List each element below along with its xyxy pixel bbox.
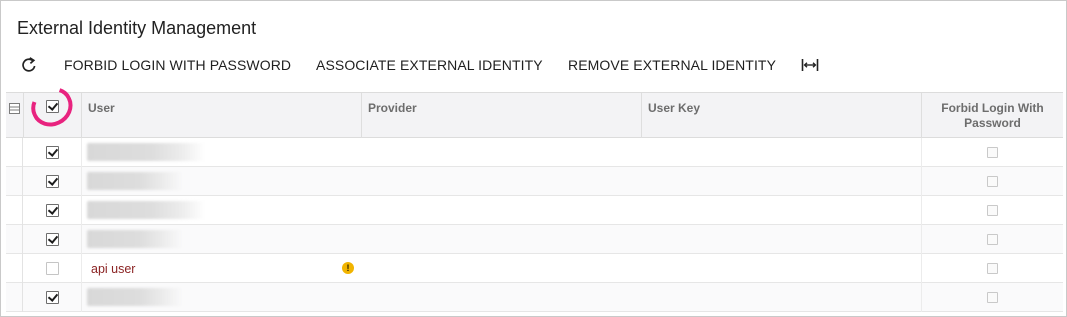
row-select-checkbox[interactable] (46, 175, 59, 188)
row-select-checkbox[interactable] (46, 233, 59, 246)
fit-columns-icon[interactable] (801, 56, 819, 74)
associate-identity-button[interactable]: ASSOCIATE EXTERNAL IDENTITY (316, 52, 543, 78)
row-gutter (6, 283, 23, 312)
forbid-login-checkbox (987, 234, 998, 245)
column-header-user-key[interactable]: User Key (642, 93, 921, 138)
user-value-redacted (87, 230, 183, 248)
warning-icon[interactable]: ! (342, 262, 354, 274)
table-row[interactable]: api user! (6, 254, 1063, 283)
forbid-login-button[interactable]: FORBID LOGIN WITH PASSWORD (64, 52, 291, 78)
forbid-login-checkbox (987, 292, 998, 303)
user-value-redacted (87, 201, 205, 219)
column-header-forbid-login[interactable]: Forbid Login With Password (922, 93, 1063, 138)
identity-grid: User Provider User Key Forbid Login With… (6, 92, 1063, 314)
row-gutter (6, 196, 23, 225)
row-gutter (6, 225, 23, 254)
forbid-login-checkbox (987, 176, 998, 187)
panel-title: External Identity Management (17, 18, 257, 38)
row-select-checkbox[interactable] (46, 146, 59, 159)
row-select-checkbox[interactable] (46, 291, 59, 304)
remove-identity-button[interactable]: REMOVE EXTERNAL IDENTITY (568, 52, 776, 78)
row-select-checkbox[interactable] (46, 262, 59, 275)
row-settings-icon[interactable] (9, 101, 20, 119)
refresh-icon[interactable] (20, 56, 38, 74)
row-gutter (6, 167, 23, 196)
row-gutter (6, 138, 23, 167)
column-header-provider[interactable]: Provider (362, 93, 641, 138)
user-value-redacted (87, 172, 183, 190)
user-link[interactable]: api user (91, 262, 135, 276)
user-value-redacted (87, 288, 183, 306)
forbid-login-checkbox (987, 205, 998, 216)
forbid-login-checkbox (987, 263, 998, 274)
table-row[interactable] (6, 138, 1063, 167)
table-row[interactable] (6, 225, 1063, 254)
forbid-login-checkbox (987, 147, 998, 158)
table-row[interactable] (6, 196, 1063, 225)
row-gutter (6, 254, 23, 283)
table-row[interactable] (6, 283, 1063, 312)
select-all-checkbox[interactable] (46, 100, 59, 113)
user-value-redacted (87, 143, 205, 161)
row-select-checkbox[interactable] (46, 204, 59, 217)
table-row[interactable] (6, 167, 1063, 196)
column-header-user[interactable]: User (82, 93, 361, 138)
grid-header: User Provider User Key Forbid Login With… (6, 93, 1063, 138)
toolbar: FORBID LOGIN WITH PASSWORD ASSOCIATE EXT… (0, 52, 1067, 78)
